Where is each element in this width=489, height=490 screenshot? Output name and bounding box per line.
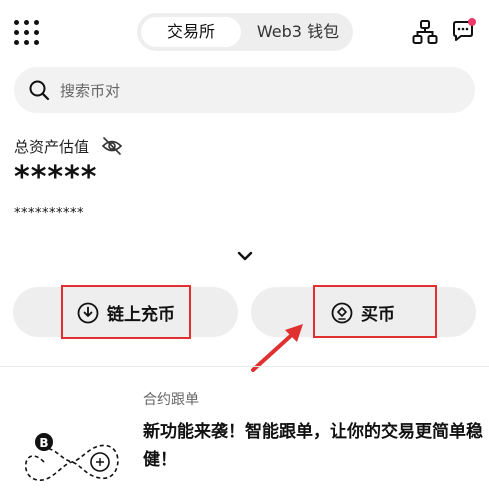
eye-hidden-icon[interactable] <box>101 136 123 156</box>
chat-icon[interactable] <box>450 17 478 45</box>
section-divider <box>0 366 489 367</box>
total-assets-label: 总资产估值 <box>14 138 90 156</box>
tab-web3-wallet[interactable]: Web3 钱包 <box>245 17 351 47</box>
search-icon <box>29 80 50 101</box>
deposit-button[interactable]: 链上充币 <box>13 285 238 339</box>
network-icon[interactable] <box>412 19 438 45</box>
search-input[interactable] <box>58 67 442 115</box>
promo-tag: 合约跟单 <box>143 392 199 408</box>
promo-title[interactable]: 新功能来袭！智能跟单，让你的交易更简单稳健！ <box>143 418 483 474</box>
exchange-wallet-switch: 交易所 Web3 钱包 <box>137 13 353 51</box>
notification-dot <box>468 18 476 26</box>
copy-trading-illustration: B <box>24 433 119 481</box>
tab-exchange[interactable]: 交易所 <box>141 17 241 47</box>
svg-text:B: B <box>39 436 48 450</box>
total-assets-value: ***** <box>14 160 98 195</box>
download-icon <box>77 302 99 323</box>
grid-menu-icon[interactable] <box>14 20 40 46</box>
coin-buy-icon <box>331 302 353 323</box>
deposit-button-label: 链上充币 <box>107 305 175 325</box>
chevron-down-icon[interactable] <box>237 250 253 262</box>
buy-button-label: 买币 <box>361 305 395 325</box>
assets-secondary-value: ********** <box>14 206 84 221</box>
search-bar[interactable] <box>14 67 475 115</box>
